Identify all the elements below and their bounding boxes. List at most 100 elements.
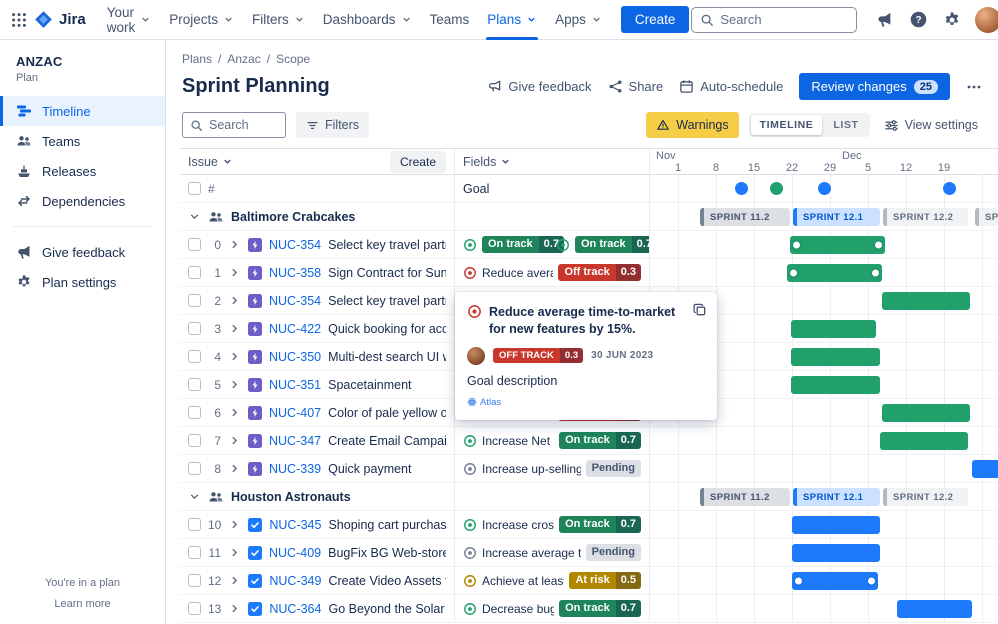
timeline-bar[interactable] [792,516,880,534]
nav-your-work[interactable]: Your work [98,0,161,40]
issue-key-link[interactable]: NUC-358 [269,266,321,280]
timeline-bar[interactable] [791,348,880,366]
sidebar-item-give-feedback[interactable]: Give feedback [0,237,165,267]
share-button[interactable]: Share [608,79,664,94]
expand-row-icon[interactable] [228,238,241,251]
breadcrumb-plans[interactable]: Plans [182,52,212,66]
timeline-bar[interactable] [791,320,876,338]
bar-resize-handle[interactable] [790,270,797,277]
bar-resize-handle[interactable] [875,242,882,249]
expand-row-icon[interactable] [228,462,241,475]
plan-search[interactable] [182,112,286,138]
user-avatar[interactable] [975,7,998,33]
nav-teams[interactable]: Teams [421,0,479,40]
issue-key-link[interactable]: NUC-409 [269,546,321,560]
review-changes-button[interactable]: Review changes 25 [799,73,950,100]
row-checkbox[interactable] [188,378,201,391]
expand-row-icon[interactable] [228,406,241,419]
filters-button[interactable]: Filters [296,112,369,138]
goal-item[interactable]: Reduce average ti...Off track0.3 [463,264,641,281]
timeline-bar[interactable] [882,404,970,422]
row-checkbox[interactable] [188,574,201,587]
row-checkbox[interactable] [188,546,201,559]
sidebar-item-dependencies[interactable]: Dependencies [0,186,165,216]
sprint-bar[interactable]: SPRINT 12.1 [793,488,880,506]
row-checkbox[interactable] [188,350,201,363]
bar-resize-handle[interactable] [793,242,800,249]
sidebar-item-teams[interactable]: Teams [0,126,165,156]
sprint-bar[interactable]: SPRINT 12.1 [793,208,880,226]
issue-key-link[interactable]: NUC-349 [269,574,321,588]
goal-item[interactable]: Increase average trans...Pending [463,544,641,561]
row-checkbox[interactable] [188,602,201,615]
nav-dashboards[interactable]: Dashboards [314,0,421,40]
sprint-bar[interactable]: SPRINT 11.2 [700,208,790,226]
sprint-bar[interactable]: SPRINT 12.2 [883,208,968,226]
create-button[interactable]: Create [621,6,690,33]
global-search[interactable] [691,7,857,33]
sprint-bar[interactable]: SP [975,208,998,226]
bar-resize-handle[interactable] [795,578,802,585]
milestone-marker[interactable] [943,182,956,195]
settings-gear-icon[interactable] [937,5,967,35]
fields-dropdown[interactable]: Fields [463,155,511,169]
goal-item[interactable]: Increase Net Prom...On track0.7 [463,432,641,449]
bar-resize-handle[interactable] [872,270,879,277]
row-checkbox[interactable] [188,266,201,279]
issue-key-link[interactable]: NUC-351 [269,378,321,392]
expand-row-icon[interactable] [228,518,241,531]
issue-key-link[interactable]: NUC-422 [269,322,321,336]
plan-search-input[interactable] [209,118,278,132]
issue-key-link[interactable]: NUC-345 [269,518,321,532]
timeline-bar[interactable] [897,600,972,618]
breadcrumb-anzac[interactable]: Anzac [227,52,260,66]
create-issue-button[interactable]: Create [390,151,446,173]
sidebar-item-timeline[interactable]: Timeline [0,96,165,126]
timeline-bar[interactable] [972,460,998,478]
sprint-bar[interactable]: SPRINT 11.2 [700,488,790,506]
goal-item[interactable]: On track0.7 [463,236,548,253]
expand-row-icon[interactable] [228,602,241,615]
sprint-bar[interactable]: SPRINT 12.2 [883,488,968,506]
goal-item[interactable]: On track0.7 [556,236,641,253]
nav-filters[interactable]: Filters [243,0,314,40]
expand-row-icon[interactable] [228,434,241,447]
issue-key-link[interactable]: NUC-347 [269,434,321,448]
milestone-marker[interactable] [818,182,831,195]
tab-list[interactable]: LIST [824,115,867,135]
nav-plans[interactable]: Plans [478,0,546,40]
issue-key-link[interactable]: NUC-354 [269,238,321,252]
expand-row-icon[interactable] [228,266,241,279]
goal-item[interactable]: Decrease bug fix t...On track0.7 [463,600,641,617]
expand-row-icon[interactable] [228,546,241,559]
expand-row-icon[interactable] [228,294,241,307]
select-all-checkbox[interactable] [188,182,201,195]
issue-key-link[interactable]: NUC-350 [269,350,321,364]
collapse-group-icon[interactable] [188,490,201,503]
nav-apps[interactable]: Apps [546,0,611,40]
give-feedback-button[interactable]: Give feedback [487,79,591,94]
sidebar-item-releases[interactable]: Releases [0,156,165,186]
row-checkbox[interactable] [188,294,201,307]
issue-key-link[interactable]: NUC-354 [269,294,321,308]
help-icon[interactable]: ? [903,5,933,35]
view-settings-button[interactable]: View settings [880,118,982,133]
timeline-bar[interactable] [882,292,970,310]
issue-key-link[interactable]: NUC-364 [269,602,321,616]
timeline-bar[interactable] [790,236,885,254]
global-search-input[interactable] [720,12,848,27]
timeline-bar[interactable] [792,572,878,590]
expand-row-icon[interactable] [228,322,241,335]
row-checkbox[interactable] [188,462,201,475]
collapse-group-icon[interactable] [188,210,201,223]
announcement-icon[interactable] [869,5,899,35]
bar-resize-handle[interactable] [868,578,875,585]
tab-timeline[interactable]: TIMELINE [751,115,823,135]
more-actions-button[interactable] [966,79,982,95]
goal-source-label[interactable]: Atlas [480,397,501,408]
timeline-bar[interactable] [880,432,968,450]
nav-projects[interactable]: Projects [160,0,243,40]
goal-item[interactable]: Increase up-selling rate...Pending [463,460,641,477]
expand-row-icon[interactable] [228,574,241,587]
breadcrumb-scope[interactable]: Scope [276,52,310,66]
